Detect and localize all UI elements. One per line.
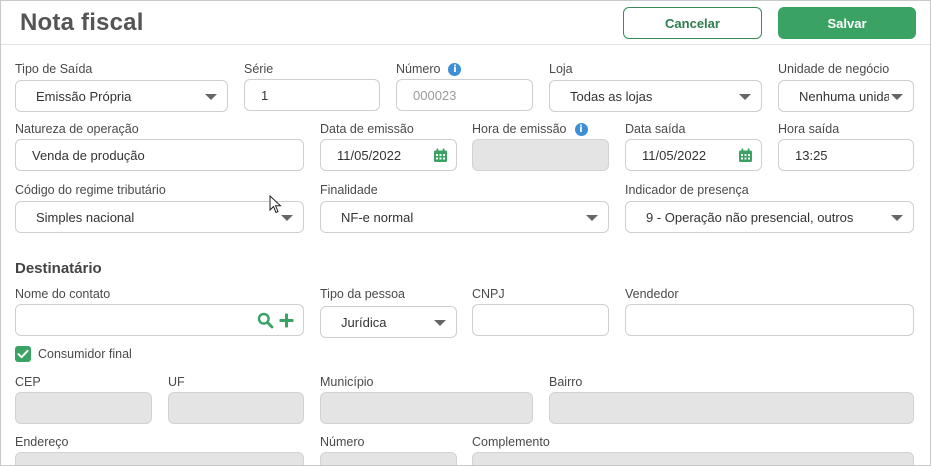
data-emissao-label: Data de emissão <box>320 122 414 136</box>
tipo-saida-label: Tipo de Saída <box>15 62 93 76</box>
natureza-input[interactable]: Venda de produção <box>15 139 304 171</box>
data-saida-input[interactable]: 11/05/2022 <box>625 139 762 171</box>
regime-value: Simples nacional <box>36 209 135 225</box>
unidade-select[interactable]: Nenhuma unidade <box>778 80 914 112</box>
numero-input[interactable]: 000023 <box>396 79 533 111</box>
chevron-down-icon <box>281 215 293 221</box>
cep-input <box>15 392 152 424</box>
nome-contato-label: Nome do contato <box>15 287 111 301</box>
unidade-label: Unidade de negócio <box>778 62 890 76</box>
hora-saida-label: Hora saída <box>778 122 840 136</box>
hora-emissao-input <box>472 139 609 171</box>
presenca-label: Indicador de presença <box>625 183 749 197</box>
endereco-input <box>15 452 304 465</box>
calendar-icon[interactable] <box>433 148 448 163</box>
presenca-select[interactable]: 9 - Operação não presencial, outros <box>625 201 914 233</box>
municipio-input <box>320 392 533 424</box>
loja-value: Todas as lojas <box>570 88 653 104</box>
chevron-down-icon <box>586 215 598 221</box>
loja-label: Loja <box>549 62 573 76</box>
add-icon[interactable] <box>278 312 295 329</box>
tipo-saida-select[interactable]: Emissão Própria <box>15 80 228 112</box>
save-button[interactable]: Salvar <box>778 7 916 39</box>
nome-contato-input[interactable] <box>15 304 304 336</box>
chevron-down-icon <box>739 94 751 100</box>
serie-value: 1 <box>261 87 269 103</box>
tipo-pessoa-value: Jurídica <box>341 314 387 330</box>
natureza-value: Venda de produção <box>32 147 145 163</box>
info-icon[interactable]: i <box>574 123 588 136</box>
numero-endereco-input <box>320 452 457 465</box>
serie-label: Série <box>244 62 274 76</box>
mouse-pointer-icon <box>269 195 282 214</box>
data-emissao-input[interactable]: 11/05/2022 <box>320 139 457 171</box>
cnpj-input[interactable] <box>472 304 609 336</box>
regime-select[interactable]: Simples nacional <box>15 201 304 233</box>
search-icon[interactable] <box>257 312 274 329</box>
complemento-input <box>472 452 914 465</box>
finalidade-label: Finalidade <box>320 183 378 197</box>
numero-endereco-label: Número <box>320 435 365 449</box>
tipo-pessoa-label: Tipo da pessoa <box>320 287 406 301</box>
serie-input[interactable]: 1 <box>244 79 380 111</box>
regime-label: Código do regime tributário <box>15 183 166 197</box>
tipo-saida-value: Emissão Própria <box>36 88 132 104</box>
vendedor-input[interactable] <box>625 304 914 336</box>
consumidor-final-checkbox[interactable] <box>15 346 31 362</box>
page-title: Nota fiscal <box>20 9 144 36</box>
destinatario-section-title: Destinatário <box>15 260 102 277</box>
finalidade-value: NF-e normal <box>341 209 414 225</box>
calendar-icon[interactable] <box>738 148 753 163</box>
chevron-down-icon <box>891 215 903 221</box>
consumidor-final-label[interactable]: Consumidor final <box>38 347 132 361</box>
loja-select[interactable]: Todas as lojas <box>549 80 762 112</box>
municipio-label: Município <box>320 375 374 389</box>
presenca-value: 9 - Operação não presencial, outros <box>646 209 854 225</box>
page-header: Nota fiscal Cancelar Salvar <box>1 1 930 45</box>
hora-saida-value: 13:25 <box>795 147 828 163</box>
checkmark-icon <box>17 349 29 359</box>
numero-label: Número i <box>396 62 462 76</box>
uf-input <box>168 392 304 424</box>
data-saida-value: 11/05/2022 <box>642 147 707 163</box>
vendedor-label: Vendedor <box>625 287 679 301</box>
nota-fiscal-window: Nota fiscal Cancelar Salvar Tipo de Saíd… <box>0 0 931 466</box>
complemento-label: Complemento <box>472 435 550 449</box>
hora-emissao-label-text: Hora de emissão <box>472 122 567 136</box>
finalidade-select[interactable]: NF-e normal <box>320 201 609 233</box>
endereco-label: Endereço <box>15 435 69 449</box>
chevron-down-icon <box>891 94 903 100</box>
cep-label: CEP <box>15 375 41 389</box>
chevron-down-icon <box>205 94 217 100</box>
data-emissao-value: 11/05/2022 <box>337 147 402 163</box>
cnpj-label: CNPJ <box>472 287 505 301</box>
hora-emissao-label: Hora de emissão i <box>472 122 588 136</box>
cancel-button[interactable]: Cancelar <box>623 7 762 39</box>
numero-placeholder: 000023 <box>413 87 457 103</box>
natureza-label: Natureza de operação <box>15 122 139 136</box>
bairro-label: Bairro <box>549 375 583 389</box>
chevron-down-icon <box>434 320 446 326</box>
hora-saida-input[interactable]: 13:25 <box>778 139 914 171</box>
info-icon[interactable]: i <box>448 63 462 76</box>
contact-actions <box>257 312 295 329</box>
tipo-pessoa-select[interactable]: Jurídica <box>320 306 457 338</box>
bairro-input <box>549 392 914 424</box>
unidade-value: Nenhuma unidade <box>799 88 889 104</box>
data-saida-label: Data saída <box>625 122 686 136</box>
numero-label-text: Número <box>396 62 441 76</box>
uf-label: UF <box>168 375 185 389</box>
